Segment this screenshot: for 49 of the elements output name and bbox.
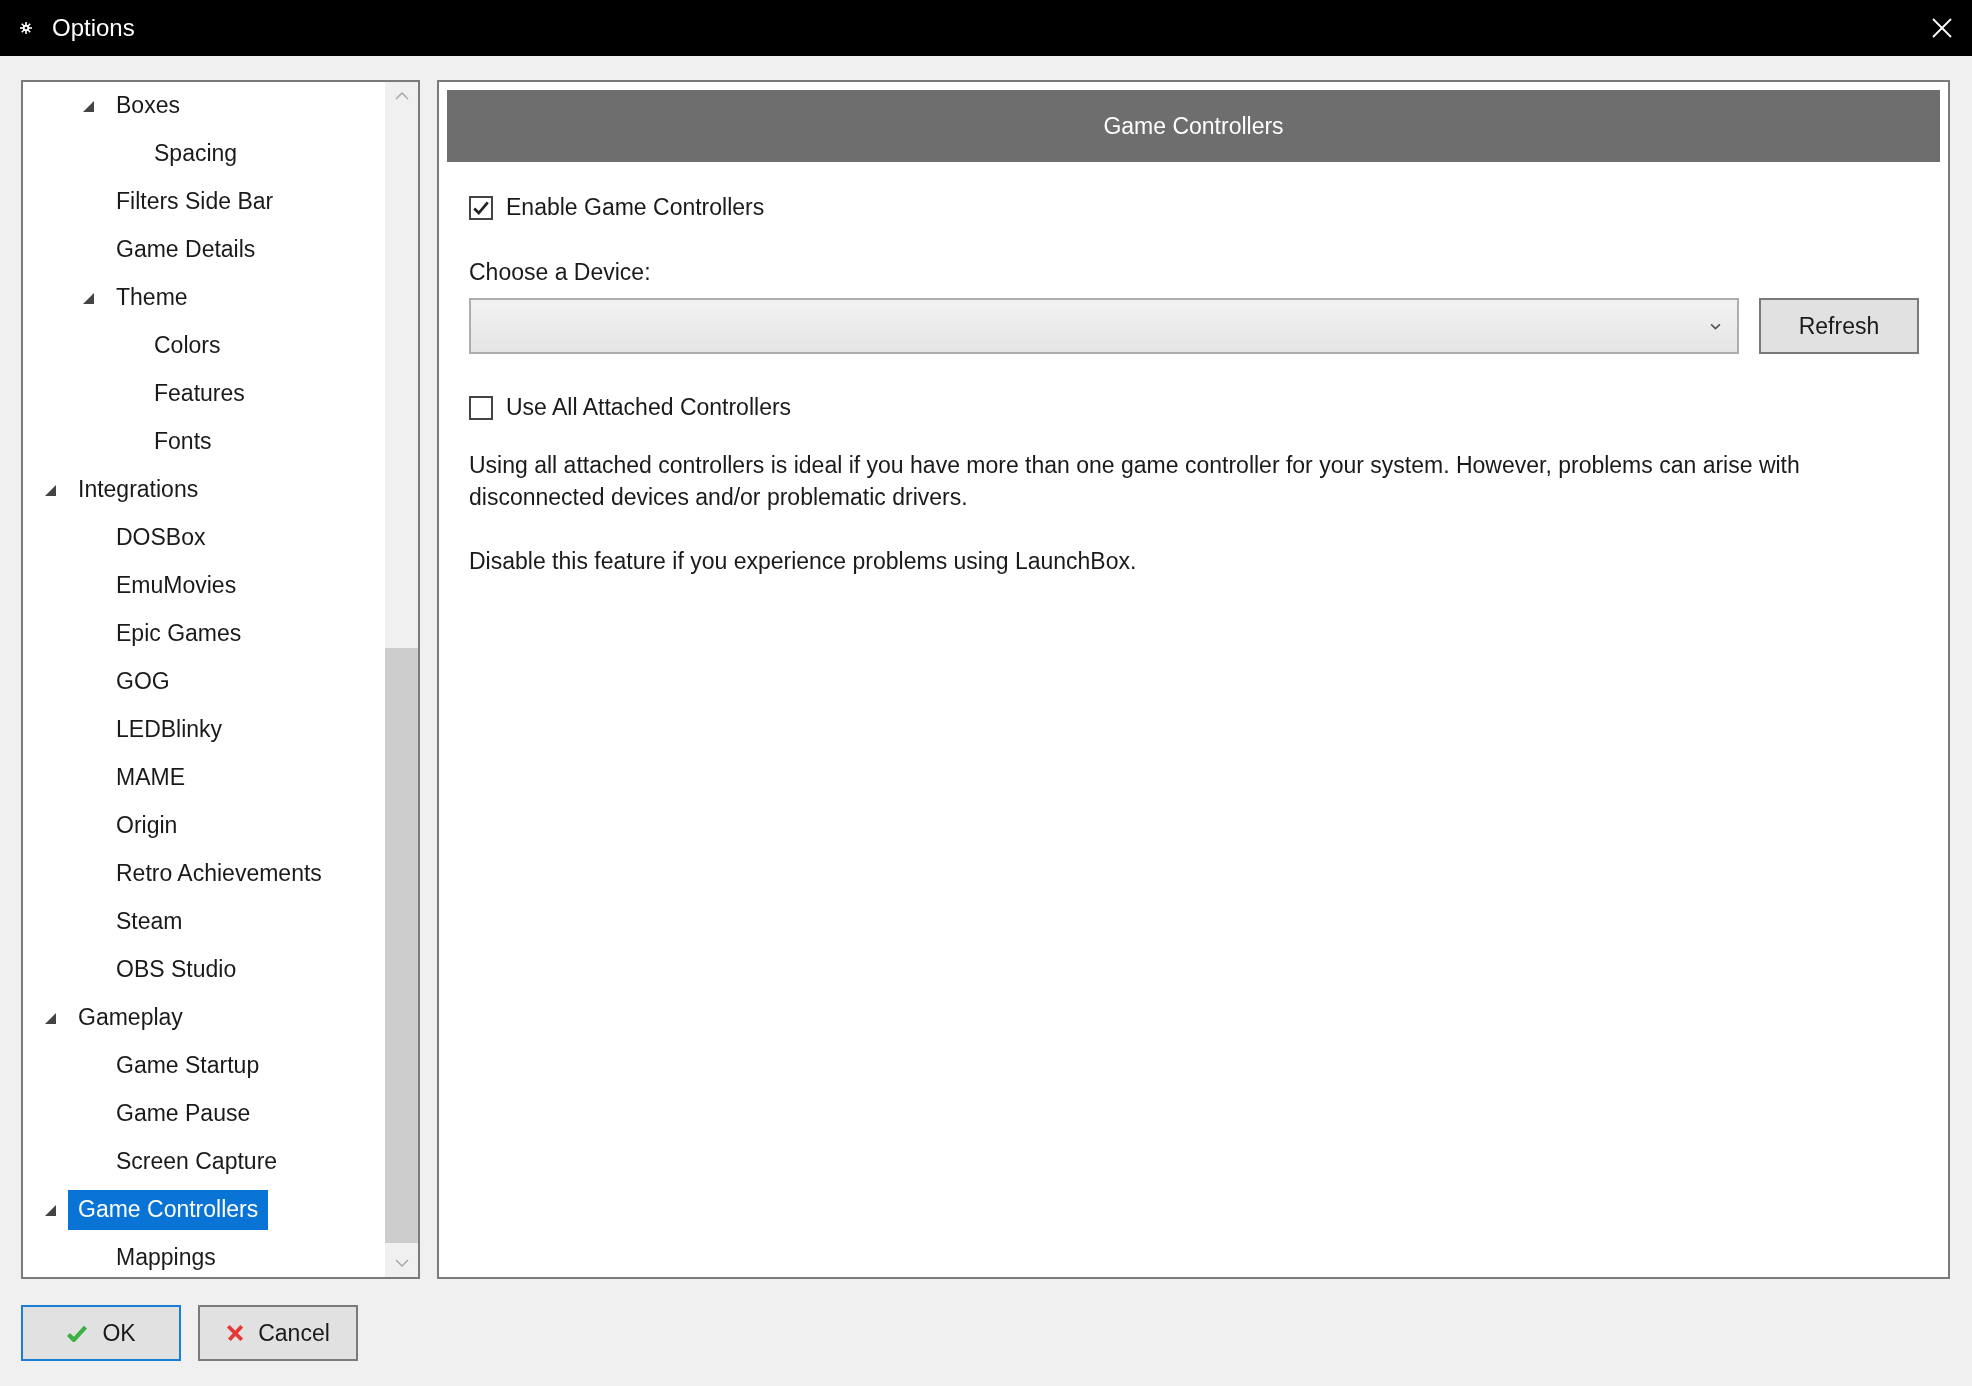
- tree-item[interactable]: Screen Capture: [106, 1142, 288, 1182]
- x-mark-icon: [226, 1324, 245, 1342]
- gear-icon: [20, 22, 32, 34]
- tree-item[interactable]: Spacing: [144, 134, 248, 174]
- tree-item[interactable]: Retro Achievements: [106, 854, 332, 894]
- description-text: Disable this feature if you experience problems using LaunchBox.: [469, 547, 1138, 576]
- tree-item[interactable]: OBS Studio: [106, 950, 247, 990]
- tree-item[interactable]: Steam: [106, 902, 193, 942]
- tree-item[interactable]: Origin: [106, 806, 188, 846]
- tree-item[interactable]: Fonts: [144, 422, 222, 462]
- checkbox[interactable]: [469, 195, 493, 220]
- refresh-button[interactable]: Refresh: [1759, 298, 1919, 354]
- tree-item[interactable]: EmuMovies: [106, 566, 247, 606]
- tree-item[interactable]: Integrations: [68, 470, 209, 510]
- tree-item[interactable]: Game Controllers: [68, 1190, 269, 1230]
- expanded-triangle-icon[interactable]: [45, 484, 56, 496]
- tree-item[interactable]: Boxes: [106, 86, 190, 126]
- expanded-triangle-icon[interactable]: [83, 100, 94, 112]
- window-title: Options: [52, 14, 136, 42]
- ok-button[interactable]: OK: [21, 1305, 181, 1361]
- tree-item[interactable]: GOG: [106, 662, 180, 702]
- checkbox-label: Use All Attached Controllers: [506, 394, 792, 421]
- tree-item[interactable]: DOSBox: [106, 518, 216, 558]
- scrollbar-thumb[interactable]: [385, 648, 418, 1243]
- close-icon[interactable]: [1932, 18, 1952, 38]
- tree-item[interactable]: Gameplay: [68, 998, 193, 1038]
- checkbox[interactable]: [469, 395, 493, 420]
- section-header: Game Controllers: [447, 90, 1940, 162]
- expanded-triangle-icon[interactable]: [45, 1204, 56, 1216]
- checkmark-icon: [66, 1324, 89, 1342]
- description-text: Using all attached controllers is ideal if you have more than one game controller for your system. However, problems can arise with disconnected devices and/or problematic drivers.: [469, 451, 1801, 512]
- tree-item[interactable]: Filters Side Bar: [106, 182, 284, 222]
- tree-item[interactable]: Mappings: [106, 1238, 226, 1278]
- tree-item[interactable]: Game Details: [106, 230, 266, 270]
- expanded-triangle-icon[interactable]: [83, 292, 94, 304]
- tree-item[interactable]: Game Startup: [106, 1046, 270, 1086]
- tree-item[interactable]: Game Pause: [106, 1094, 261, 1134]
- tree-item[interactable]: Features: [144, 374, 255, 414]
- tree-item[interactable]: MAME: [106, 758, 195, 798]
- vertical-scrollbar[interactable]: [385, 82, 418, 1277]
- tree-item[interactable]: LEDBlinky: [106, 710, 233, 750]
- tree-item[interactable]: Epic Games: [106, 614, 252, 654]
- expanded-triangle-icon[interactable]: [45, 1012, 56, 1024]
- chevron-down-icon: [1710, 322, 1721, 330]
- tree-item[interactable]: Colors: [144, 326, 231, 366]
- tree-item[interactable]: Theme: [106, 278, 198, 318]
- field-label: Choose a Device:: [469, 259, 652, 286]
- cancel-button[interactable]: Cancel: [198, 1305, 358, 1361]
- checkbox-label: Enable Game Controllers: [506, 194, 765, 221]
